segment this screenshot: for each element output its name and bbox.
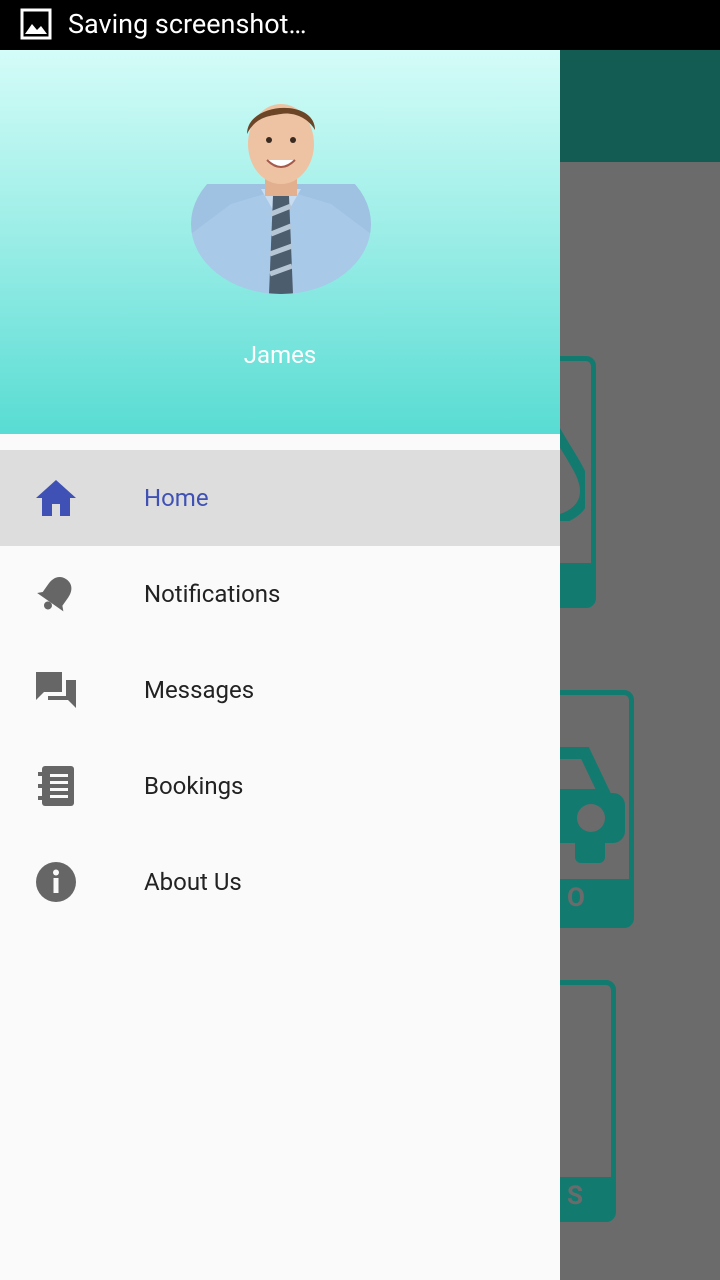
drawer-menu: Home Notifications Messages Bookings Abo…: [0, 450, 560, 930]
card-label-fragment: O: [567, 883, 585, 913]
navigation-drawer: James Home Notifications Messages Bookin…: [0, 50, 560, 1280]
user-name: James: [243, 341, 317, 369]
info-icon: [36, 862, 76, 902]
drawer-item-label: Bookings: [144, 772, 244, 800]
drawer-item-messages[interactable]: Messages: [0, 642, 560, 738]
status-text: Saving screenshot…: [68, 8, 307, 40]
drawer-header: James: [0, 50, 560, 434]
drawer-item-label: Notifications: [144, 580, 281, 608]
image-icon: [20, 8, 52, 40]
notebook-icon: [38, 766, 74, 806]
drawer-item-label: Home: [144, 484, 209, 512]
drawer-item-home[interactable]: Home: [0, 450, 560, 546]
avatar[interactable]: [191, 94, 371, 294]
card-label-fragment: S: [567, 1181, 584, 1211]
drawer-item-about-us[interactable]: About Us: [0, 834, 560, 930]
home-icon: [36, 480, 76, 516]
status-bar: Saving screenshot…: [0, 0, 720, 50]
drawer-item-notifications[interactable]: Notifications: [0, 546, 560, 642]
chat-icon: [36, 672, 76, 708]
bell-icon: [37, 576, 72, 612]
drawer-item-label: About Us: [144, 868, 242, 896]
drawer-item-label: Messages: [144, 676, 255, 704]
drawer-item-bookings[interactable]: Bookings: [0, 738, 560, 834]
